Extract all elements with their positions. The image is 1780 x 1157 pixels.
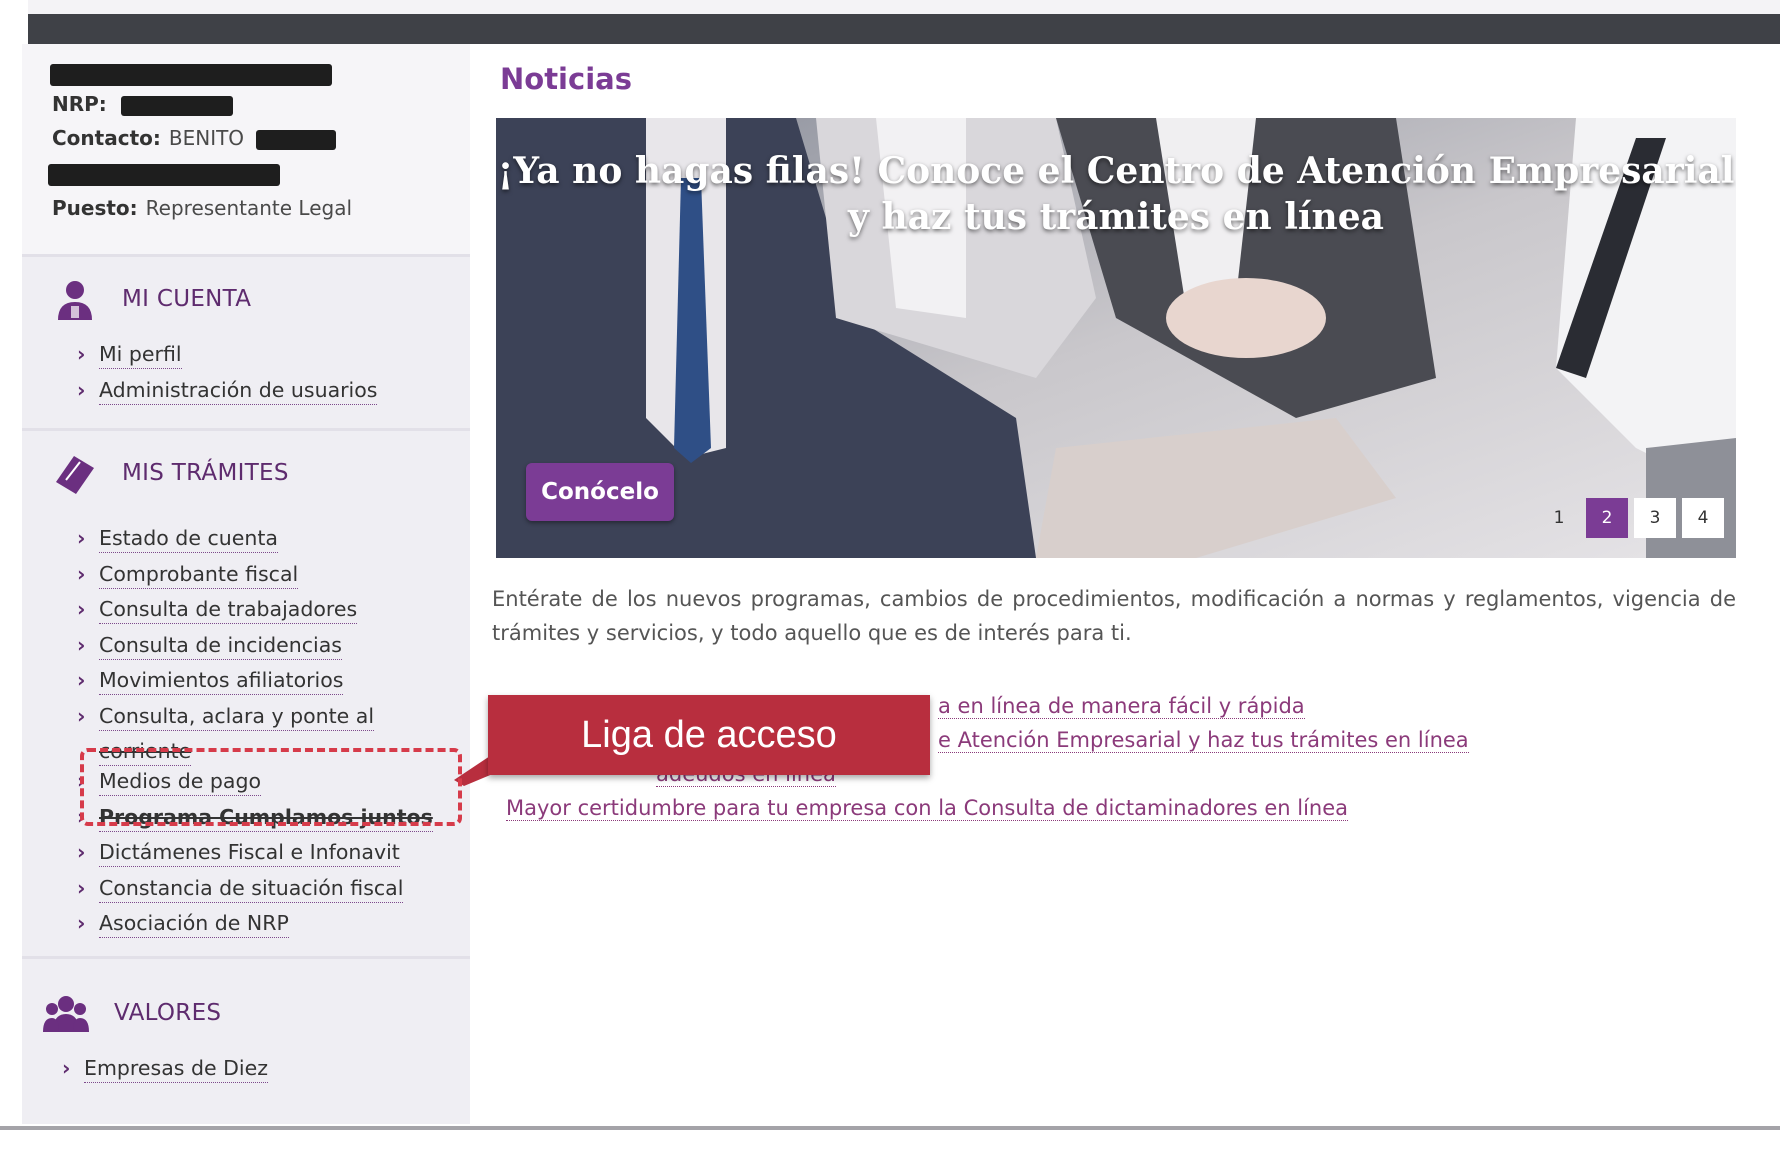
intro-text: Entérate de los nuevos programas, cambio… xyxy=(492,587,1736,645)
section-title: MIS TRÁMITES xyxy=(122,460,289,486)
menu-item-empresas-de-diez[interactable]: › Empresas de Diez xyxy=(62,1056,268,1092)
section-title: VALORES xyxy=(114,1000,222,1026)
carousel-page-1[interactable]: 1 xyxy=(1538,498,1580,538)
conocelo-button[interactable]: Conócelo xyxy=(526,463,674,521)
chevron-right-icon: › xyxy=(77,597,86,621)
news-link-text: a en línea de manera fácil y rápida xyxy=(938,694,1305,719)
chevron-right-icon: › xyxy=(77,668,86,692)
chevron-right-icon: › xyxy=(77,703,86,728)
section-header-mis-tramites: MIS TRÁMITES xyxy=(22,444,470,504)
section-title: MI CUENTA xyxy=(122,286,252,312)
page-bottom-line xyxy=(0,1126,1780,1130)
news-carousel[interactable]: ¡Ya no hagas filas! Conoce el Centro de … xyxy=(496,118,1736,558)
menu-item-label: Asociación de NRP xyxy=(99,911,289,938)
chevron-right-icon: › xyxy=(77,911,86,935)
position-label: Puesto: xyxy=(52,196,138,220)
menu-item-dictamenes[interactable]: › Dictámenes Fiscal e Infonavit xyxy=(77,840,433,876)
carousel-pager: 1 2 3 4 xyxy=(1538,498,1724,538)
page-title: Noticias xyxy=(500,62,632,96)
redacted-contact-extra xyxy=(48,164,280,186)
menu-item-label: Administración de usuarios xyxy=(99,377,378,405)
site-header-bar xyxy=(28,14,1780,44)
chevron-right-icon: › xyxy=(77,377,86,402)
redacted-nrp xyxy=(121,95,234,116)
user-icon xyxy=(58,281,92,320)
callout-text: Liga de acceso xyxy=(581,714,837,756)
page-bottom-edge xyxy=(0,1126,1780,1157)
menu-item-movimientos-afiliatorios[interactable]: › Movimientos afiliatorios xyxy=(77,668,433,704)
menu-mi-cuenta: › Mi perfil › Administración de usuarios xyxy=(77,342,378,414)
menu-item-label: Empresas de Diez xyxy=(84,1056,268,1083)
menu-item-mi-perfil[interactable]: › Mi perfil xyxy=(77,342,377,378)
contact-label: Contacto: xyxy=(52,126,161,150)
contact-name: BENITO xyxy=(168,126,245,150)
redacted-contact-surname xyxy=(256,129,337,150)
document-icon xyxy=(56,456,94,494)
news-link[interactable]: Mayor certidumbre para tu empresa con la… xyxy=(506,796,1469,830)
menu-item-label: Estado de cuenta xyxy=(99,526,278,553)
menu-item-label: Constancia de situación fiscal xyxy=(99,875,404,903)
menu-mis-tramites: › Estado de cuenta › Comprobante fiscal › C… xyxy=(77,526,433,947)
menu-item-asociacion-nrp[interactable]: › Asociación de NRP xyxy=(77,911,433,947)
menu-item-constancia-situacion-fiscal[interactable]: › Constancia de situación fiscal xyxy=(77,875,433,912)
divider xyxy=(22,254,470,257)
news-link-text: Mayor certidumbre para tu empresa con la… xyxy=(506,796,1349,821)
carousel-page-3[interactable]: 3 xyxy=(1634,498,1676,538)
banner-headline-line1: ¡Ya no hagas filas! Conoce el Centro de … xyxy=(497,150,1735,192)
divider xyxy=(22,428,470,431)
highlight-box xyxy=(80,748,462,826)
carousel-page-2[interactable]: 2 xyxy=(1586,498,1628,538)
carousel-page-4[interactable]: 4 xyxy=(1682,498,1724,538)
menu-item-consulta-incidencias[interactable]: › Consulta de incidencias xyxy=(77,632,433,669)
section-header-mi-cuenta: MI CUENTA xyxy=(22,270,470,330)
menu-valores: › Empresas de Diez xyxy=(62,1056,268,1092)
menu-item-label: Comprobante fiscal xyxy=(99,561,299,589)
group-icon xyxy=(43,996,89,1032)
section-header-valores: VALORES xyxy=(22,984,470,1044)
redacted-company-name xyxy=(50,64,332,86)
chevron-right-icon: › xyxy=(77,875,86,900)
chevron-right-icon: › xyxy=(77,342,86,366)
sidebar: NRP: Contacto: BENITO Puesto: Representant… xyxy=(22,44,470,1124)
menu-item-consulta-aclara[interactable]: › Consulta, aclara y ponte al xyxy=(77,703,433,740)
chevron-right-icon: › xyxy=(77,632,86,657)
menu-item-administracion-usuarios[interactable]: › Administración de usuarios xyxy=(77,377,378,414)
chevron-right-icon: › xyxy=(77,840,86,864)
menu-item-label: Movimientos afiliatorios xyxy=(99,668,344,695)
divider xyxy=(22,956,470,959)
menu-item-label: Mi perfil xyxy=(99,342,182,369)
chevron-right-icon: › xyxy=(62,1056,71,1080)
menu-item-comprobante-fiscal[interactable]: › Comprobante fiscal xyxy=(77,561,433,598)
nrp-label: NRP: xyxy=(52,92,107,116)
contact-line: Contacto: BENITO xyxy=(52,126,337,150)
banner-headline-line2: y haz tus trámites en línea xyxy=(848,196,1384,238)
menu-item-label: Dictámenes Fiscal e Infonavit xyxy=(99,840,400,867)
callout-box: Liga de acceso xyxy=(488,695,930,775)
menu-item-label: Consulta de incidencias xyxy=(99,632,342,660)
banner-headline: ¡Ya no hagas filas! Conoce el Centro de … xyxy=(496,148,1736,240)
position-line: Puesto: Representante Legal xyxy=(52,196,352,220)
menu-item-label: Consulta de trabajadores xyxy=(99,597,358,624)
nrp-line: NRP: xyxy=(52,92,234,116)
chevron-right-icon: › xyxy=(77,526,86,550)
menu-item-estado-de-cuenta[interactable]: › Estado de cuenta xyxy=(77,526,433,562)
menu-item-consulta-trabajadores[interactable]: › Consulta de trabajadores xyxy=(77,597,433,633)
menu-item-label: Consulta, aclara y ponte al xyxy=(99,703,375,731)
profile-card: NRP: Contacto: BENITO Puesto: Representant… xyxy=(22,44,470,254)
news-link-text: e Atención Empresarial y haz tus trámite… xyxy=(938,728,1469,753)
position-value: Representante Legal xyxy=(145,196,353,220)
chevron-right-icon: › xyxy=(77,561,86,586)
